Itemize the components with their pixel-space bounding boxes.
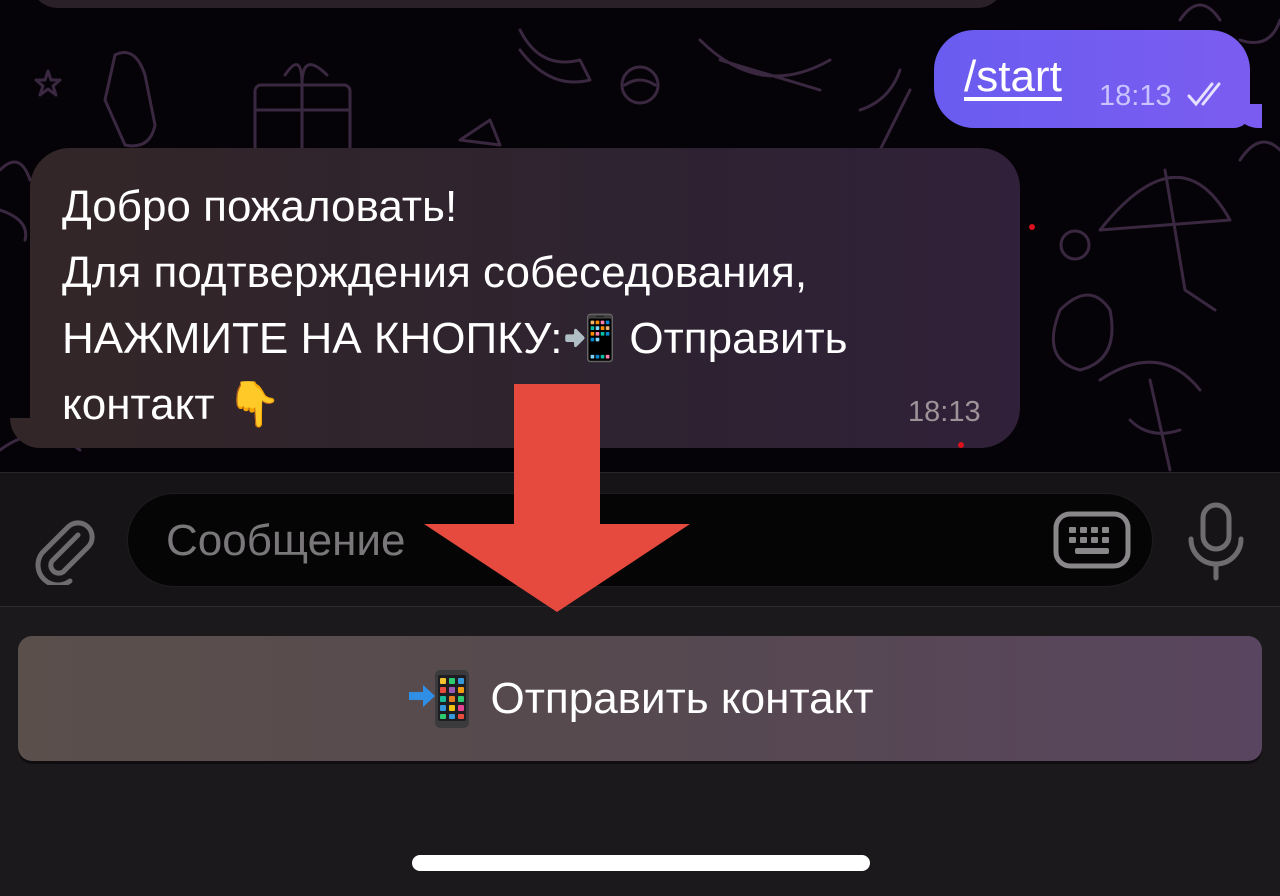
double-check-icon bbox=[1187, 82, 1221, 107]
red-dot bbox=[958, 442, 964, 448]
message-input[interactable] bbox=[166, 494, 1026, 588]
reply-keyboard: Отправить контакт bbox=[0, 607, 1280, 896]
outgoing-message-bubble[interactable]: /start 18:13 bbox=[934, 30, 1262, 128]
phone-with-arrow-icon bbox=[408, 669, 469, 728]
send-contact-label: Отправить контакт bbox=[490, 673, 874, 723]
message-time: 18:13 bbox=[1099, 80, 1172, 112]
red-dot bbox=[1029, 224, 1035, 230]
chat-area[interactable]: /start 18:13 Добро пожаловать! Для подтв… bbox=[0, 0, 1280, 472]
keyboard-icon[interactable] bbox=[1053, 511, 1131, 569]
home-indicator[interactable] bbox=[412, 855, 870, 871]
message-composer bbox=[0, 472, 1280, 607]
previous-message-bubble bbox=[30, 0, 1005, 8]
bubble-tail bbox=[1234, 104, 1262, 128]
microphone-icon[interactable] bbox=[1182, 501, 1250, 581]
message-input-field[interactable] bbox=[127, 493, 1153, 588]
incoming-message-bubble[interactable]: Добро пожаловать! Для подтверждения собе… bbox=[30, 148, 1020, 448]
send-contact-button[interactable]: Отправить контакт bbox=[18, 636, 1262, 761]
paperclip-icon[interactable] bbox=[28, 513, 100, 585]
message-text: Добро пожаловать! Для подтверждения собе… bbox=[62, 182, 848, 429]
message-time: 18:13 bbox=[908, 396, 981, 428]
start-command-link[interactable]: /start bbox=[964, 52, 1062, 102]
